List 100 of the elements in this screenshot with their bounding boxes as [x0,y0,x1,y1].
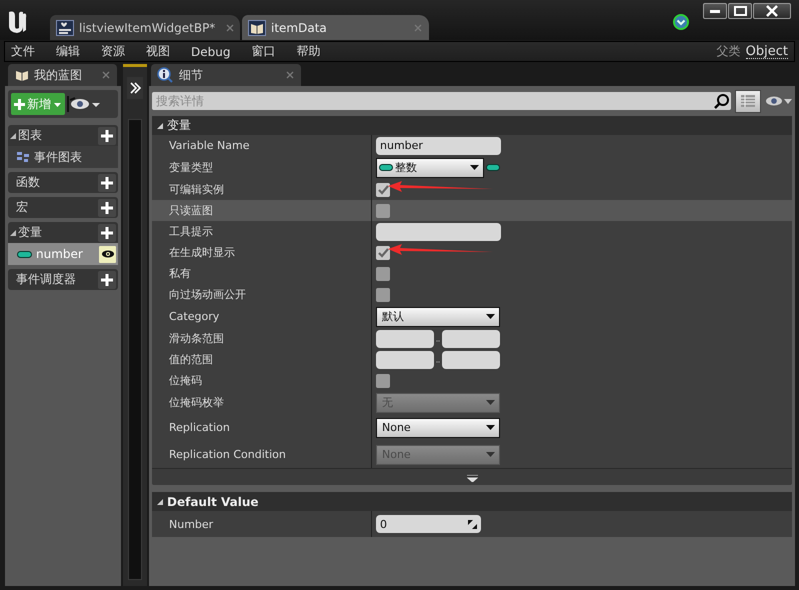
tree-item[interactable]: 事件图表 [8,146,118,168]
search-button[interactable] [712,92,731,110]
parent-class-label: 父类 [716,43,741,60]
graph-icon [17,152,30,162]
menu-item[interactable]: 视图 [146,43,170,60]
expand-arrow-icon[interactable] [10,228,16,236]
property-label: 在生成时显示 [168,245,236,261]
caret-icon [470,165,479,170]
resize-icon [468,520,477,528]
search-field[interactable]: 搜索详情 [152,92,712,110]
close-icon[interactable] [225,22,236,32]
view-options-button[interactable] [67,94,101,114]
add-button[interactable] [98,224,116,242]
property-label: Category [168,309,220,325]
check-icon [378,184,388,194]
eye-icon [100,249,114,259]
property-label: Variable Name [168,138,250,154]
collapse-arrow-icon[interactable] [157,498,163,506]
property-label: Replication [168,420,231,436]
property-label: 私有 [168,266,192,282]
caret-icon [486,452,495,457]
section-header: Default Value [167,494,259,508]
collapse-arrow-icon[interactable] [157,122,163,130]
category-header[interactable]: 宏 [10,199,28,216]
dropdown: 无 [376,392,500,412]
document-tab[interactable]: itemData [242,15,429,40]
checkbox[interactable] [376,374,390,388]
add-button[interactable] [98,126,116,144]
document-tab[interactable]: listviewItemWidgetBP* [50,15,240,40]
minimize-button[interactable] [703,3,727,19]
source-control-icon[interactable] [673,14,689,30]
visibility-toggle[interactable] [99,246,116,262]
plus-icon [101,130,113,142]
property-label: 工具提示 [168,224,214,240]
add-button[interactable] [98,270,116,288]
grid-icon [741,95,755,107]
text-field[interactable]: number [376,136,501,154]
plus-icon [101,226,113,238]
expand-arrow-icon[interactable] [10,132,16,140]
menu-item[interactable]: 窗口 [251,43,276,60]
checkbox[interactable] [376,246,390,260]
panel-tab-title: 细节 [179,66,203,84]
add-button[interactable] [98,174,116,192]
menu-item[interactable]: 文件 [11,43,35,60]
property-label: 滑动条范围 [168,331,225,347]
property-label: 只读蓝图 [168,203,214,219]
caret-icon [486,400,495,405]
min-field[interactable] [376,330,434,348]
parent-class-link[interactable]: Object [746,44,788,58]
section-header: 变量 [167,117,191,134]
maximize-button[interactable] [728,3,752,19]
value-field[interactable]: 0 [376,515,481,533]
property-label: 向过场动画公开 [168,287,247,303]
pin-icon [486,164,500,171]
double-chevron-icon [129,81,141,95]
eye-icon [67,94,90,114]
plus-icon [101,202,113,214]
menu-item[interactable]: Debug [191,44,230,58]
checkbox[interactable] [376,288,390,302]
category-header[interactable]: 图表 [17,127,42,144]
eye-icon [765,95,783,107]
dropdown[interactable]: 默认 [376,306,500,326]
menu-item[interactable]: 资源 [101,43,125,60]
close-icon[interactable] [285,70,295,80]
category-header[interactable]: 变量 [17,224,42,241]
check-icon [378,248,388,258]
property-label: Replication Condition [168,447,287,463]
expand-panel-button[interactable] [127,77,143,99]
dropdown[interactable]: 整数 [376,158,484,178]
book-icon [15,68,29,82]
caret-icon [486,314,495,319]
property-label: 位掩码 [168,373,203,389]
widget-blueprint-icon [56,20,74,36]
max-field[interactable] [442,350,500,368]
property-label: 值的范围 [168,352,214,368]
property-label: 变量类型 [168,160,214,176]
checkbox[interactable] [376,182,390,196]
minimize-icon [710,10,720,12]
dropdown[interactable]: None [376,418,500,438]
checkbox[interactable] [376,266,390,280]
max-field[interactable] [442,330,500,348]
close-icon[interactable] [101,70,111,80]
pin-icon [17,250,32,258]
panel-tab-title: 我的蓝图 [34,66,82,84]
add-button[interactable] [98,198,116,216]
list-view-button[interactable] [735,90,761,112]
close-button[interactable] [753,3,791,19]
property-label: 可编辑实例 [168,182,225,198]
menu-item[interactable]: 帮助 [296,43,320,60]
pin-icon [379,164,393,171]
plus-icon [101,176,113,188]
checkbox[interactable] [376,204,390,218]
text-field[interactable] [376,222,501,240]
show-advanced-icon[interactable] [466,475,478,482]
details-icon [157,67,173,83]
close-icon [766,5,778,17]
property-label: 位掩码枚举 [168,395,225,411]
min-field[interactable] [376,350,434,368]
menu-item[interactable]: 编辑 [56,43,80,60]
plus-icon [101,274,113,286]
